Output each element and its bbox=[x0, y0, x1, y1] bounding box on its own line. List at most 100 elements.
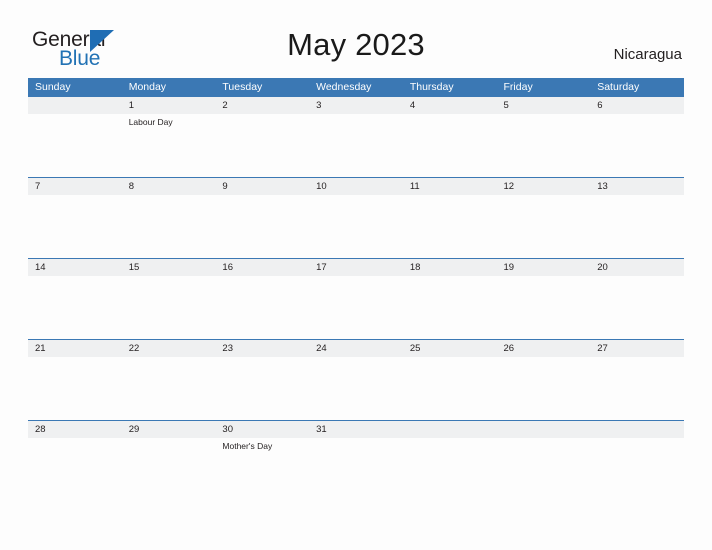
day-of-week-header-row: Sunday Monday Tuesday Wednesday Thursday… bbox=[28, 78, 684, 96]
day-cell[interactable] bbox=[403, 357, 497, 420]
week-date-band: 21 22 23 24 25 26 27 bbox=[28, 339, 684, 357]
day-cell[interactable] bbox=[28, 357, 122, 420]
day-number[interactable]: 28 bbox=[28, 421, 122, 438]
day-cell[interactable] bbox=[497, 195, 591, 258]
day-number[interactable]: 2 bbox=[215, 97, 309, 114]
day-number[interactable]: 11 bbox=[403, 178, 497, 195]
day-number[interactable]: 27 bbox=[590, 340, 684, 357]
day-number[interactable]: 14 bbox=[28, 259, 122, 276]
day-header-wednesday: Wednesday bbox=[316, 81, 372, 93]
day-number[interactable]: 20 bbox=[590, 259, 684, 276]
day-number[interactable]: 24 bbox=[309, 340, 403, 357]
day-cell[interactable] bbox=[215, 357, 309, 420]
calendar-week-row: 14 15 16 17 18 19 20 bbox=[28, 258, 684, 339]
day-number[interactable]: 25 bbox=[403, 340, 497, 357]
day-cell[interactable] bbox=[403, 276, 497, 339]
day-number[interactable]: 13 bbox=[590, 178, 684, 195]
day-header-tuesday: Tuesday bbox=[222, 81, 263, 93]
day-cell[interactable] bbox=[309, 195, 403, 258]
day-cell[interactable] bbox=[590, 276, 684, 339]
day-cell[interactable]: Labour Day bbox=[122, 114, 216, 177]
day-number-empty bbox=[497, 421, 591, 438]
day-cell[interactable] bbox=[309, 114, 403, 177]
day-header-thursday: Thursday bbox=[409, 81, 454, 93]
day-cell bbox=[403, 438, 497, 501]
calendar-week-row: 7 8 9 10 11 12 13 bbox=[28, 177, 684, 258]
day-number-empty bbox=[28, 97, 122, 114]
day-cell[interactable]: Mother's Day bbox=[215, 438, 309, 501]
day-cell[interactable] bbox=[309, 357, 403, 420]
day-cell[interactable] bbox=[309, 276, 403, 339]
calendar-week-row: 21 22 23 24 25 26 27 bbox=[28, 339, 684, 420]
calendar-grid: Sunday Monday Tuesday Wednesday Thursday… bbox=[28, 78, 684, 501]
day-cell[interactable] bbox=[122, 438, 216, 501]
week-event-band: Mother's Day bbox=[28, 438, 684, 501]
day-number[interactable]: 9 bbox=[215, 178, 309, 195]
day-cell[interactable] bbox=[403, 114, 497, 177]
day-cell[interactable] bbox=[590, 195, 684, 258]
day-number[interactable]: 22 bbox=[122, 340, 216, 357]
day-number[interactable]: 16 bbox=[215, 259, 309, 276]
day-number[interactable]: 15 bbox=[122, 259, 216, 276]
week-date-band: 14 15 16 17 18 19 20 bbox=[28, 258, 684, 276]
week-date-band: 123456 bbox=[28, 96, 684, 114]
country-label: Nicaragua bbox=[613, 46, 682, 63]
day-number[interactable]: 26 bbox=[497, 340, 591, 357]
holiday-label: Labour Day bbox=[128, 117, 173, 127]
day-cell bbox=[590, 438, 684, 501]
day-number[interactable]: 6 bbox=[590, 97, 684, 114]
day-cell[interactable] bbox=[497, 276, 591, 339]
day-number[interactable]: 29 bbox=[122, 421, 216, 438]
day-cell[interactable] bbox=[122, 357, 216, 420]
day-header-monday: Monday bbox=[128, 81, 167, 93]
page-title: May 2023 bbox=[287, 27, 425, 62]
day-cell[interactable] bbox=[309, 438, 403, 501]
day-number-empty bbox=[590, 421, 684, 438]
day-header-sunday: Sunday bbox=[35, 81, 71, 93]
day-cell[interactable] bbox=[590, 114, 684, 177]
day-cell[interactable] bbox=[122, 195, 216, 258]
day-cell[interactable] bbox=[590, 357, 684, 420]
week-date-band: 7 8 9 10 11 12 13 bbox=[28, 177, 684, 195]
day-cell[interactable] bbox=[28, 195, 122, 258]
day-cell bbox=[497, 438, 591, 501]
day-number[interactable]: 8 bbox=[122, 178, 216, 195]
day-number[interactable]: 30 bbox=[215, 421, 309, 438]
week-event-band: Labour Day bbox=[28, 114, 684, 177]
day-number[interactable]: 19 bbox=[497, 259, 591, 276]
calendar-week-row: 1 2 3 4 5 6 Labour Day bbox=[28, 96, 684, 177]
day-number[interactable]: 4 bbox=[403, 97, 497, 114]
week-date-band: 28 29 30 31 bbox=[28, 420, 684, 438]
day-number[interactable]: 23 bbox=[215, 340, 309, 357]
week-event-band bbox=[28, 276, 684, 339]
page-header: General Blue May 2023 Nicaragua bbox=[0, 0, 712, 78]
day-cell[interactable] bbox=[28, 276, 122, 339]
day-number-empty bbox=[403, 421, 497, 438]
day-cell[interactable] bbox=[403, 195, 497, 258]
day-number[interactable]: 21 bbox=[28, 340, 122, 357]
day-cell[interactable] bbox=[215, 114, 309, 177]
week-event-band bbox=[28, 357, 684, 420]
day-number[interactable]: 17 bbox=[309, 259, 403, 276]
day-number[interactable]: 1 bbox=[122, 97, 216, 114]
day-number[interactable]: 3 bbox=[309, 97, 403, 114]
day-cell[interactable] bbox=[215, 195, 309, 258]
day-number[interactable]: 12 bbox=[497, 178, 591, 195]
day-header-saturday: Saturday bbox=[597, 81, 640, 93]
day-number[interactable]: 7 bbox=[28, 178, 122, 195]
calendar-weeks: 1 2 3 4 5 6 Labour Day 7 8 9 10 11 12 13 14 15 16 17 18 19 2… bbox=[28, 96, 684, 501]
day-header-friday: Friday bbox=[503, 81, 533, 93]
day-number[interactable]: 31 bbox=[309, 421, 403, 438]
day-cell bbox=[28, 114, 122, 177]
day-number[interactable]: 10 bbox=[309, 178, 403, 195]
day-number[interactable]: 5 bbox=[497, 97, 591, 114]
holiday-label: Mother's Day bbox=[222, 441, 273, 451]
day-cell[interactable] bbox=[122, 276, 216, 339]
day-cell[interactable] bbox=[28, 438, 122, 501]
day-cell[interactable] bbox=[497, 357, 591, 420]
day-number[interactable]: 18 bbox=[403, 259, 497, 276]
calendar-page: General Blue May 2023 Nicaragua Sunday M… bbox=[0, 0, 712, 550]
week-event-band bbox=[28, 195, 684, 258]
day-cell[interactable] bbox=[497, 114, 591, 177]
day-cell[interactable] bbox=[215, 276, 309, 339]
